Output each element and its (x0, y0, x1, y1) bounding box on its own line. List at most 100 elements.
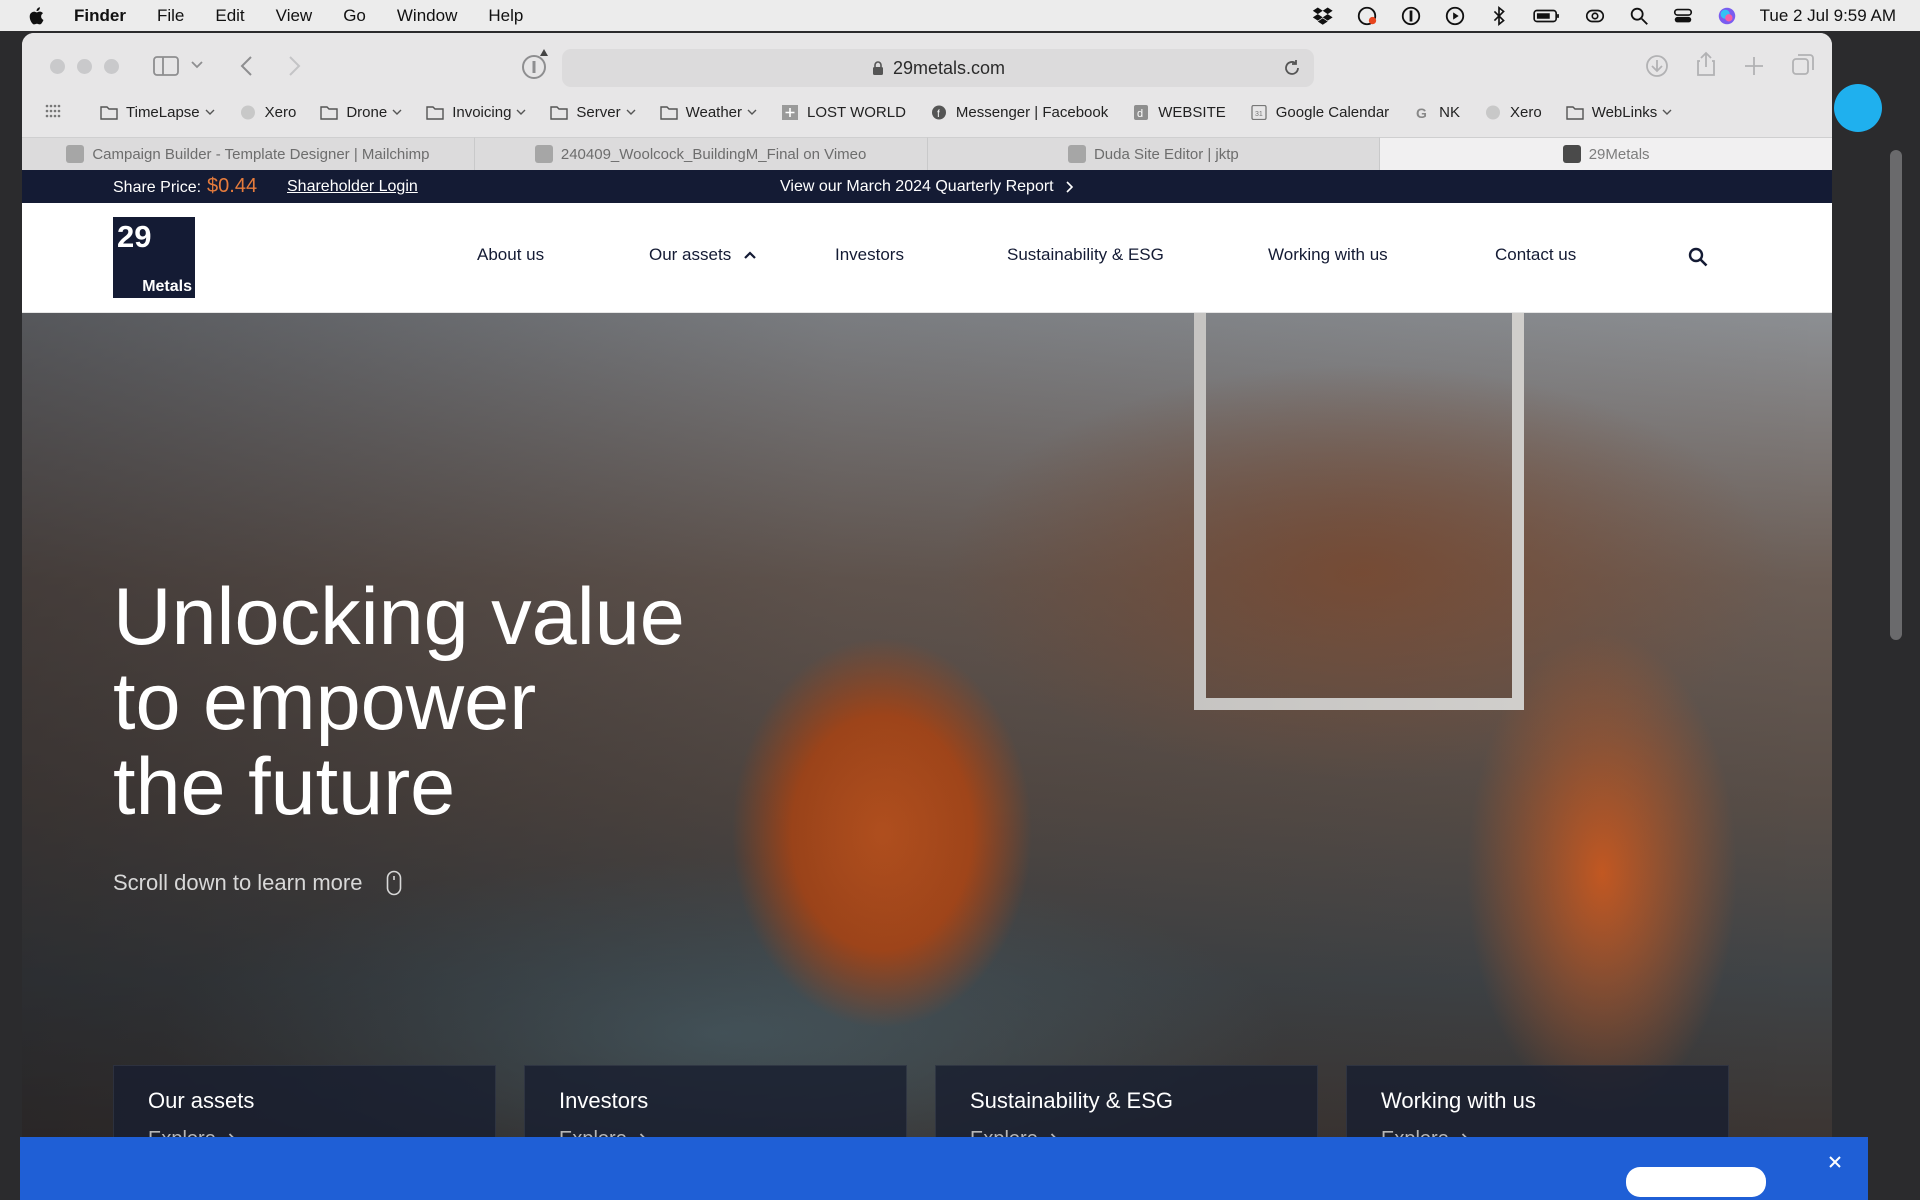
bookmark-server[interactable]: Server (550, 103, 636, 121)
nav-investors[interactable]: Investors (835, 245, 904, 265)
xero-icon (1486, 105, 1501, 119)
page-scrollbar[interactable] (1890, 150, 1902, 640)
site-logo[interactable]: 29 Metals (113, 217, 195, 298)
play-circle-icon[interactable] (1444, 5, 1466, 27)
notice-accept-button[interactable] (1626, 1167, 1766, 1197)
search-icon[interactable] (1686, 245, 1710, 269)
zoom-window-button[interactable] (104, 59, 119, 74)
tab-duda[interactable]: Duda Site Editor | jktp (927, 137, 1381, 170)
tab-29metals[interactable]: 29Metals (1380, 137, 1832, 170)
card-title: Investors (559, 1088, 649, 1113)
bookmark-drone[interactable]: Drone (320, 104, 402, 121)
share-price-label: Share Price: (113, 179, 202, 196)
search-icon[interactable] (1628, 5, 1650, 27)
hero-title: Unlocking value to empower the future (113, 575, 753, 830)
bookmark-website[interactable]: d WEBSITE (1132, 104, 1226, 121)
menu-finder[interactable]: Finder (74, 6, 126, 26)
onepassword-icon[interactable] (1400, 5, 1422, 27)
chevron-down-icon (205, 109, 215, 115)
tab-mailchimp[interactable]: Campaign Builder - Template Designer | M… (22, 137, 475, 170)
chevron-down-icon (626, 109, 636, 115)
chevron-up-icon (744, 251, 756, 259)
nav-contact-us[interactable]: Contact us (1495, 245, 1576, 265)
shareholder-login-link[interactable]: Shareholder Login (287, 178, 418, 196)
menu-help[interactable]: Help (488, 6, 523, 26)
bookmark-label: LOST WORLD (807, 103, 906, 121)
screen-mirroring-icon[interactable] (1584, 5, 1606, 27)
bookmark-weather[interactable]: Weather (659, 104, 757, 121)
tab-vimeo[interactable]: 240409_Woolcock_BuildingM_Final on Vimeo (474, 137, 928, 170)
bookmark-label: Invoicing (452, 103, 512, 121)
tab-bar: Campaign Builder - Template Designer | M… (22, 137, 1832, 170)
chevron-down-icon (516, 109, 526, 115)
nav-label: Our assets (649, 245, 732, 264)
nav-sustainability[interactable]: Sustainability & ESG (1007, 245, 1164, 265)
lock-icon (872, 61, 883, 75)
hero-section: Unlocking value to empower the future Sc… (22, 313, 1832, 1200)
apple-icon[interactable] (26, 5, 48, 27)
password-manager-icon[interactable] (518, 45, 554, 81)
facebook-icon: f (931, 105, 946, 120)
siri-icon[interactable] (1716, 5, 1738, 27)
apps-grid-icon[interactable] (44, 103, 62, 121)
bookmark-lost-world[interactable]: LOST WORLD (781, 104, 906, 121)
menu-edit[interactable]: Edit (215, 6, 244, 26)
bluetooth-icon[interactable] (1488, 5, 1510, 27)
menu-file[interactable]: File (157, 6, 184, 26)
card-title: Our assets (148, 1088, 255, 1113)
bookmark-label: Google Calendar (1275, 103, 1390, 121)
nav-working-with-us[interactable]: Working with us (1268, 245, 1388, 265)
bookmark-messenger[interactable]: f Messenger | Facebook (930, 104, 1108, 121)
bookmark-nk[interactable]: G NK (1413, 104, 1460, 121)
back-arrow-icon[interactable] (237, 53, 257, 79)
address-bar[interactable]: 29metals.com (562, 49, 1314, 87)
xero-icon (240, 105, 255, 119)
dropbox-icon[interactable] (1312, 5, 1334, 27)
menubar-clock[interactable]: Tue 2 Jul 9:59 AM (1760, 6, 1896, 26)
reload-icon[interactable] (1282, 58, 1302, 78)
new-tab-icon[interactable] (1742, 53, 1766, 79)
nav-about-us[interactable]: About us (477, 245, 544, 265)
scroll-hint[interactable]: Scroll down to learn more (113, 870, 402, 896)
logo-number: 29 (117, 219, 152, 254)
quarterly-report-link[interactable]: View our March 2024 Quarterly Report (780, 178, 1074, 196)
notice-banner (20, 1137, 1868, 1200)
creative-cloud-icon[interactable] (1356, 5, 1378, 27)
control-center-icon[interactable] (1672, 5, 1694, 27)
chevron-down-icon (1662, 109, 1672, 115)
tab-title: 29Metals (1588, 145, 1650, 163)
bookmark-google-calendar[interactable]: 31 Google Calendar (1250, 104, 1389, 121)
bookmark-label: Server (576, 103, 621, 121)
nav-our-assets[interactable]: Our assets (649, 245, 757, 265)
folder-icon (659, 105, 678, 120)
share-icon[interactable] (1694, 51, 1718, 77)
menu-view[interactable]: View (276, 6, 313, 26)
tab-overview-icon[interactable] (1790, 52, 1816, 78)
bookmark-label: Xero (264, 103, 297, 121)
card-title: Sustainability & ESG (970, 1088, 1173, 1113)
close-window-button[interactable] (50, 59, 65, 74)
close-icon[interactable] (1828, 1155, 1842, 1169)
forward-arrow-icon[interactable] (284, 53, 304, 79)
share-price: Share Price: $0.44 (113, 175, 257, 198)
downloads-icon[interactable] (1644, 53, 1670, 79)
bookmark-weblinks[interactable]: WebLinks (1566, 104, 1673, 121)
bookmark-timelapse[interactable]: TimeLapse (100, 104, 215, 121)
menu-window[interactable]: Window (397, 6, 457, 26)
web-page: Share Price: $0.44 Shareholder Login View… (22, 170, 1832, 1200)
sidebar-icon[interactable] (152, 53, 180, 79)
menu-go[interactable]: Go (343, 6, 366, 26)
scroll-hint-label: Scroll down to learn more (113, 870, 363, 895)
battery-icon[interactable] (1532, 5, 1562, 27)
plus-icon (782, 104, 799, 120)
chevron-right-icon (1066, 180, 1073, 193)
minimize-window-button[interactable] (77, 59, 92, 74)
bookmark-xero-2[interactable]: Xero (1484, 104, 1542, 121)
bookmark-invoicing[interactable]: Invoicing (426, 104, 526, 121)
chevron-down-icon[interactable] (190, 55, 204, 75)
29metals-favicon-icon (1562, 145, 1581, 163)
floating-app-icon[interactable] (1834, 84, 1882, 132)
bookmark-xero[interactable]: Xero (239, 103, 297, 121)
tab-title: Campaign Builder - Template Designer | M… (92, 145, 430, 163)
svg-text:G: G (1416, 105, 1427, 120)
